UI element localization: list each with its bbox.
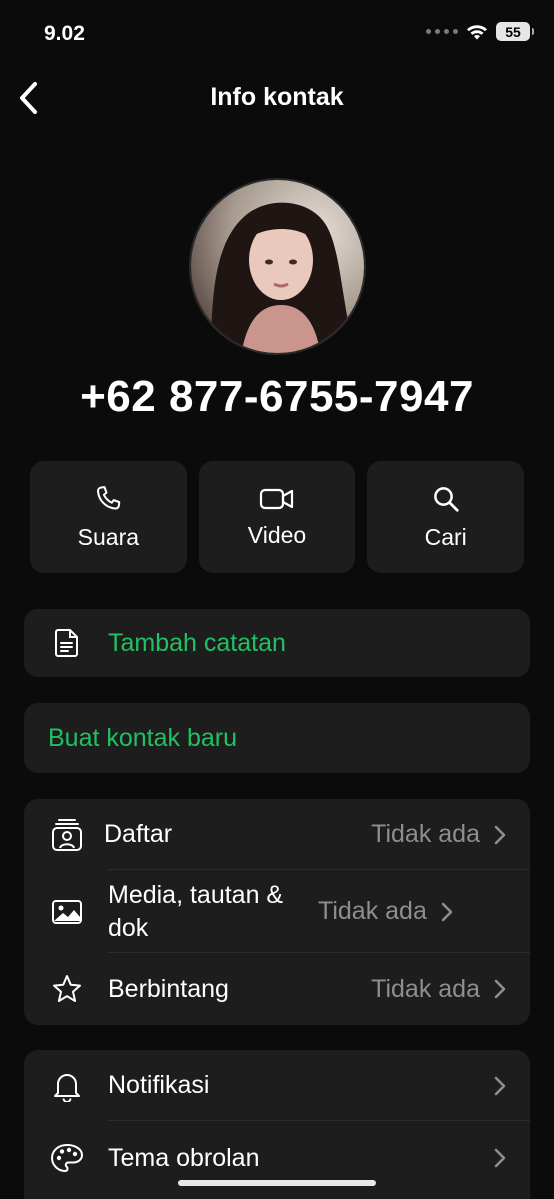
list-item-notifications[interactable]: Notifikasi <box>24 1050 530 1121</box>
new-contact-card: Buat kontak baru <box>24 703 530 773</box>
contact-phone-number: +62 877-6755-7947 <box>80 372 474 421</box>
starred-value: Tidak ada <box>371 974 480 1003</box>
add-note-label: Tambah catatan <box>108 628 286 657</box>
note-icon <box>55 629 78 657</box>
list-item-starred[interactable]: Berbintang Tidak ada <box>24 953 530 1025</box>
chevron-right-icon <box>494 1148 506 1168</box>
chevron-right-icon <box>494 825 506 844</box>
nav-bar: Info kontak <box>0 70 554 126</box>
daftar-value: Tidak ada <box>371 820 480 848</box>
settings-list-card: Notifikasi Tema obrolan <box>24 1050 530 1199</box>
image-icon <box>52 899 82 924</box>
home-indicator[interactable] <box>178 1180 376 1186</box>
new-contact-label: Buat kontak baru <box>48 723 238 752</box>
search-button[interactable]: Cari <box>367 461 525 573</box>
voice-call-label: Suara <box>77 523 140 550</box>
info-list-card: Daftar Tidak ada Media, tautan & dok Tid… <box>24 799 530 1025</box>
video-call-button[interactable]: Video <box>198 461 356 573</box>
starred-label: Berbintang <box>108 974 229 1003</box>
voice-call-button[interactable]: Suara <box>30 461 187 573</box>
list-contact-icon <box>52 818 82 851</box>
avatar[interactable] <box>189 178 366 355</box>
phone-icon <box>97 485 121 510</box>
signal-icon <box>426 29 458 34</box>
list-item-media[interactable]: Media, tautan & dok Tidak ada <box>24 870 530 953</box>
add-note-card: Tambah catatan <box>24 609 530 677</box>
new-contact-button[interactable]: Buat kontak baru <box>24 703 530 773</box>
add-note-button[interactable]: Tambah catatan <box>24 609 530 677</box>
page-title: Info kontak <box>210 83 344 111</box>
search-icon <box>433 486 459 512</box>
video-call-label: Video <box>247 521 307 548</box>
wifi-icon <box>467 24 487 39</box>
daftar-label: Daftar <box>104 820 173 849</box>
list-item-daftar[interactable]: Daftar Tidak ada <box>24 799 530 870</box>
search-label: Cari <box>424 523 467 550</box>
status-time: 9.02 <box>44 22 85 45</box>
media-label: Media, tautan & dok <box>108 881 284 942</box>
status-indicators: 55 <box>426 22 534 41</box>
notifications-label: Notifikasi <box>108 1071 210 1100</box>
star-icon <box>53 975 81 1002</box>
chat-theme-label: Tema obrolan <box>108 1143 260 1172</box>
chevron-right-icon <box>494 979 506 999</box>
palette-icon <box>51 1144 83 1172</box>
media-value: Tidak ada <box>318 897 427 925</box>
bell-icon <box>54 1073 80 1102</box>
action-buttons: Suara Video Cari <box>30 461 525 573</box>
chevron-right-icon <box>441 902 453 921</box>
video-icon <box>259 488 294 509</box>
status-bar: 9.02 55 <box>0 0 554 70</box>
chevron-right-icon <box>494 1076 506 1095</box>
battery-icon: 55 <box>496 22 534 41</box>
